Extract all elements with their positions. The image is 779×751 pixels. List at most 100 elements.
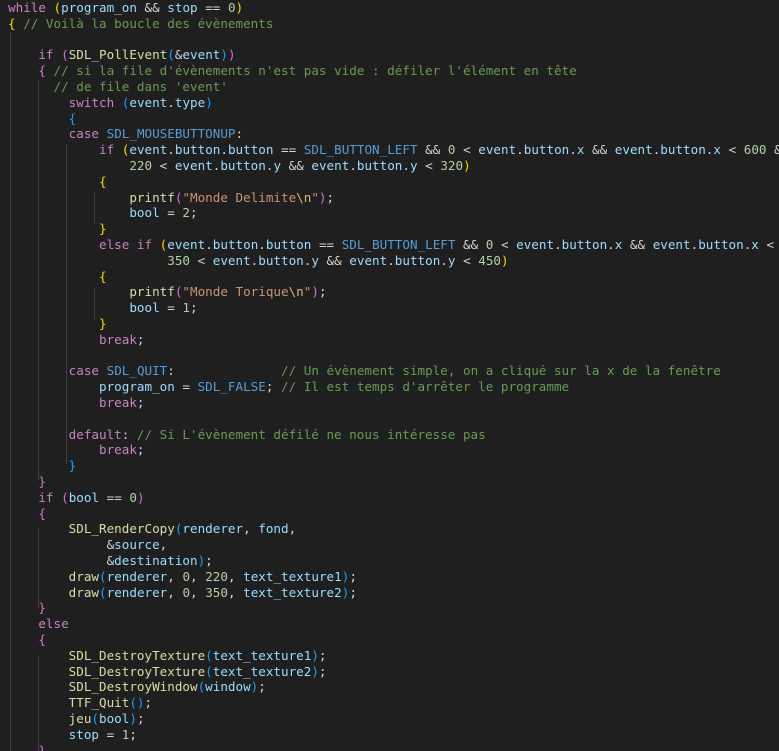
code-line[interactable]: TTF_Quit();	[8, 695, 152, 711]
code-line[interactable]: SDL_RenderCopy(renderer, fond,	[8, 521, 297, 537]
code-line[interactable]: SDL_DestroyWindow(window);	[8, 679, 266, 695]
code-line[interactable]: break;	[8, 442, 145, 458]
code-editor[interactable]: while (program_on && stop == 0){ // Voil…	[0, 0, 779, 751]
identifier: event	[349, 252, 388, 268]
identifier: program_on	[99, 379, 175, 395]
code-line[interactable]: }	[8, 316, 107, 332]
string-literal: "Monde Torique	[182, 284, 289, 300]
code-line[interactable]: {	[8, 111, 77, 127]
operator: .	[402, 158, 410, 173]
code-line[interactable]: draw(renderer, 0, 350, text_texture2);	[8, 585, 357, 601]
number-literal: 0	[182, 568, 191, 584]
code-line[interactable]: default: // Si L'évènement défilé ne nou…	[8, 427, 486, 443]
code-line[interactable]: if (event.button.button == SDL_BUTTON_LE…	[8, 142, 779, 158]
operator: .	[167, 142, 175, 158]
code-line[interactable]: printf("Monde Torique\n");	[8, 284, 326, 300]
code-line[interactable]: 220 < event.button.y && event.button.y <…	[8, 158, 471, 174]
code-line[interactable]: }	[8, 458, 77, 474]
identifier: button	[394, 252, 441, 268]
code-line[interactable]: }	[8, 743, 46, 751]
operator	[8, 711, 69, 726]
code-line[interactable]: case SDL_MOUSEBUTTONUP:	[8, 126, 243, 142]
identifier: renderer	[106, 584, 168, 600]
bracket: )	[129, 711, 137, 726]
function-name: TTF_Quit	[68, 695, 130, 711]
code-line[interactable]: SDL_DestroyTexture(text_texture2);	[8, 664, 327, 680]
operator	[8, 458, 69, 473]
operator: &&	[455, 237, 486, 252]
code-line[interactable]: &source,	[8, 537, 168, 553]
identifier: bool	[99, 711, 130, 726]
operator: ;	[349, 584, 357, 600]
operator: ,	[288, 521, 297, 537]
bracket: )	[235, 0, 244, 15]
operator	[8, 600, 38, 615]
number-literal: 220	[205, 568, 228, 584]
operator	[8, 174, 99, 189]
bracket: {	[99, 268, 107, 284]
operator: &&	[318, 252, 350, 268]
code-line[interactable]: break;	[8, 395, 145, 411]
code-line[interactable]: if (bool == 0)	[8, 489, 144, 506]
code-line[interactable]: printf("Monde Delimite\n");	[8, 190, 334, 206]
operator: ;	[136, 711, 145, 726]
bracket: (	[167, 47, 175, 63]
identifier: destination	[114, 553, 198, 568]
identifier: window	[205, 679, 251, 695]
code-line[interactable]: SDL_DestroyTexture(text_texture1);	[8, 648, 327, 664]
code-line[interactable]: }	[8, 600, 46, 616]
code-line[interactable]: program_on = SDL_FALSE; // Il est temps …	[8, 379, 569, 395]
code-line[interactable]: if (SDL_PollEvent(&event))	[8, 47, 235, 63]
comment: // Voilà la boucle des évènements	[23, 15, 274, 31]
code-line[interactable]: jeu(bool);	[8, 711, 145, 727]
code-line[interactable]: bool = 2;	[8, 205, 197, 221]
identifier: text_texture2	[212, 663, 312, 679]
code-line[interactable]: // de file dans 'event'	[8, 79, 228, 95]
macro-constant: SDL_FALSE	[197, 379, 266, 395]
comment: // de file dans 'event'	[53, 79, 228, 94]
number-literal: 0	[227, 0, 236, 15]
number-literal: 0	[129, 489, 137, 505]
code-line[interactable]: draw(renderer, 0, 220, text_texture1);	[8, 569, 357, 585]
operator: <	[417, 158, 441, 173]
code-line[interactable]: {	[8, 632, 46, 648]
number-literal: 600	[743, 142, 767, 158]
code-line[interactable]: 350 < event.button.y && event.button.y <…	[8, 252, 508, 269]
bracket: )	[463, 158, 471, 173]
identifier: event	[652, 237, 691, 252]
operator	[8, 205, 129, 220]
code-line[interactable]: {	[8, 506, 46, 522]
code-line[interactable]: else	[8, 616, 68, 632]
function-name: SDL_DestroyTexture	[68, 663, 206, 679]
code-line[interactable]: while (program_on && stop == 0)	[8, 0, 243, 16]
code-line[interactable]: else if (event.button.button == SDL_BUTT…	[8, 237, 779, 253]
identifier: source	[114, 537, 160, 553]
code-line[interactable]: { // si la file d'évènements n'est pas v…	[8, 63, 576, 79]
code-line[interactable]: switch (event.type)	[8, 95, 213, 111]
operator: ,	[190, 568, 206, 584]
operator	[99, 126, 107, 141]
identifier: renderer	[182, 521, 244, 537]
operator: ==	[273, 142, 304, 158]
code-line[interactable]: }	[8, 221, 107, 237]
code-line[interactable]: stop = 1;	[8, 727, 137, 743]
code-line[interactable]: case SDL_QUIT: // Un évènement simple, o…	[8, 363, 721, 379]
identifier: y	[273, 158, 282, 173]
bracket: )	[311, 284, 319, 300]
code-line[interactable]: }	[8, 474, 46, 490]
keyword: switch	[68, 94, 115, 110]
bracket: )	[220, 47, 228, 63]
code-line[interactable]: break;	[8, 332, 145, 348]
string-literal: "Monde Delimite	[182, 189, 297, 205]
code-line[interactable]: {	[8, 269, 107, 285]
operator	[114, 95, 122, 110]
code-line[interactable]: &destination);	[8, 553, 213, 569]
code-line[interactable]: {	[8, 174, 107, 190]
code-line[interactable]: { // Voilà la boucle des évènements	[8, 16, 273, 32]
keyword: if	[38, 489, 54, 505]
operator	[114, 142, 122, 157]
number-literal: 2	[182, 205, 191, 221]
identifier: x	[751, 237, 759, 252]
operator	[8, 474, 38, 489]
code-line[interactable]: bool = 1;	[8, 300, 197, 316]
